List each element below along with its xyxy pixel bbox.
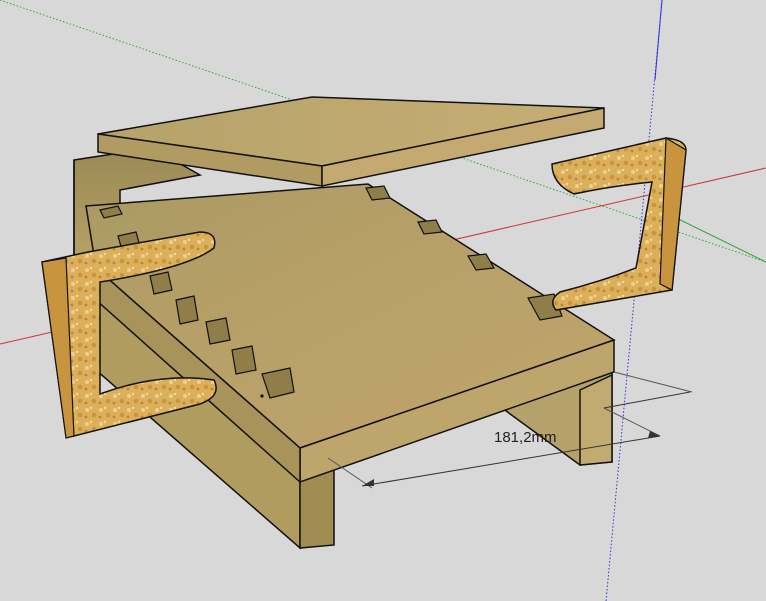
blue-axis-solid (654, 0, 663, 81)
model-canvas[interactable]: 181,2mm (0, 0, 766, 601)
right-leg-front (579, 373, 613, 466)
right-handle[interactable] (551, 136, 687, 311)
sketchup-viewport[interactable]: 181,2mm (0, 0, 766, 601)
dimension-label[interactable]: 181,2mm (494, 429, 557, 446)
box-body[interactable] (73, 147, 616, 550)
